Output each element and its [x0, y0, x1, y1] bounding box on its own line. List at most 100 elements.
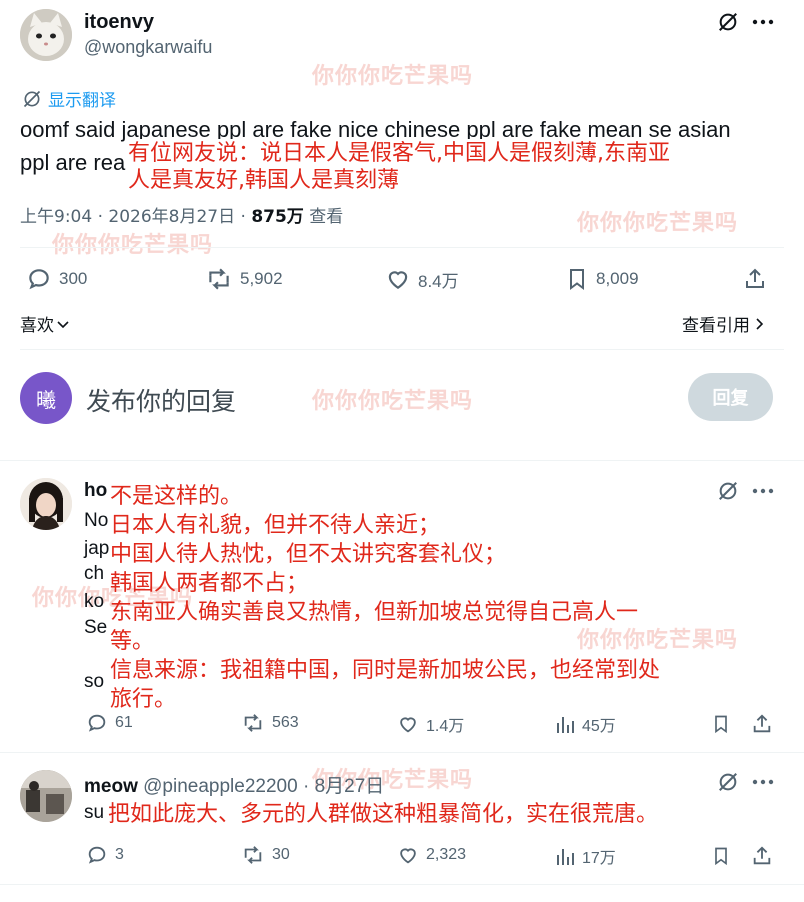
repost-icon	[244, 714, 262, 732]
grok-icon[interactable]	[716, 770, 740, 794]
avatar[interactable]	[20, 9, 72, 61]
chevron-right-icon	[756, 317, 764, 330]
composer-avatar-initial: 曦	[36, 387, 56, 412]
repost-icon	[244, 846, 262, 864]
post-time[interactable]: 上午9:04 · 2026年8月27日 ·	[20, 207, 251, 227]
watermark: 你你你吃芒果吗	[312, 64, 474, 89]
reply-translation-line: 等。	[110, 629, 155, 654]
post-timestamp: 上午9:04 · 2026年8月27日 · 875万 查看	[20, 202, 343, 227]
watermark: 你你你吃芒果吗	[312, 389, 474, 414]
bookmark-icon	[715, 715, 727, 734]
reply-button[interactable]: 3	[86, 844, 124, 866]
watermark: 你你你吃芒果吗	[577, 211, 739, 236]
reply-count: 61	[115, 714, 133, 731]
reply-text-fragment: so	[84, 671, 105, 692]
reply-translation-line: 中国人待人热忱，但不太讲究客套礼仪；	[110, 542, 507, 567]
reply-submit-label: 回复	[712, 388, 749, 409]
reply-text-fragment: su	[84, 802, 105, 823]
reply-text-fragment: ko	[84, 591, 105, 612]
reply-author-row: meow @pineapple22200 · 8月27日	[84, 771, 384, 798]
more-options-icon[interactable]	[750, 10, 776, 34]
author-name[interactable]: itoenvy	[84, 11, 154, 34]
heart-icon	[400, 848, 416, 864]
translate-icon	[23, 90, 41, 107]
repost-count: 563	[272, 714, 299, 731]
post-text-line2: ppl are rea	[20, 150, 126, 175]
reply-button[interactable]: 61	[86, 712, 133, 734]
show-translation-link[interactable]: 显示翻译	[22, 86, 116, 111]
share-button[interactable]	[750, 844, 774, 868]
like-button[interactable]: 1.4万	[397, 712, 464, 736]
reply-text-fragment: No	[84, 510, 109, 531]
repost-icon	[209, 268, 229, 290]
more-options-icon[interactable]	[750, 479, 776, 503]
like-button[interactable]: 2,323	[397, 844, 466, 866]
translation-overlay-line2: 人是真友好,韩国人是真刻薄	[128, 168, 399, 193]
translation-overlay-line1: 有位网友说：说日本人是假客气,中国人是假刻薄,东南亚	[128, 139, 672, 168]
analytics-icon	[557, 849, 574, 865]
reply-date[interactable]: · 8月27日	[298, 776, 384, 797]
analytics-icon	[557, 717, 574, 733]
chevron-down-icon	[57, 320, 69, 328]
bookmark-count: 8,009	[596, 269, 639, 288]
author-handle[interactable]: @wongkarwaifu	[84, 37, 212, 58]
reply-author-name[interactable]: meow	[84, 776, 138, 797]
reply-icon	[88, 714, 106, 732]
reply-translation-line: 不是这样的。	[110, 484, 243, 509]
share-icon	[753, 714, 771, 733]
share-button[interactable]	[750, 712, 774, 736]
composer-avatar[interactable]: 曦	[20, 372, 72, 424]
reply-icon	[88, 846, 106, 864]
reply-button[interactable]: 300	[26, 266, 87, 292]
heart-icon	[400, 717, 416, 733]
bookmark-icon	[715, 847, 727, 866]
reply-text-fragment: Se	[84, 617, 108, 638]
view-quotes-link[interactable]: 查看引用	[682, 311, 765, 336]
grok-icon[interactable]	[716, 10, 740, 34]
likes-dropdown[interactable]: 喜欢	[20, 311, 70, 336]
share-icon	[753, 846, 771, 865]
reply-avatar[interactable]	[20, 770, 72, 822]
likes-label: 喜欢	[20, 316, 54, 336]
bookmark-icon	[570, 269, 584, 290]
grok-icon[interactable]	[716, 479, 740, 503]
translate-label: 显示翻译	[48, 91, 116, 111]
bookmark-button[interactable]	[710, 844, 732, 868]
views-count: 45万	[582, 718, 616, 735]
reply-composer-input[interactable]: 发布你的回复	[86, 382, 236, 418]
reply-translation-line: 东南亚人确实善良又热情，但新加坡总觉得自己高人一	[110, 600, 639, 625]
divider	[0, 460, 804, 461]
repost-count: 5,902	[240, 269, 283, 288]
reply-avatar[interactable]	[20, 478, 72, 530]
reply-count: 3	[115, 846, 124, 863]
reply-count: 300	[59, 269, 88, 288]
more-options-icon[interactable]	[750, 770, 776, 794]
bookmark-button[interactable]	[710, 712, 732, 736]
reply-author-handle[interactable]: @pineapple22200	[143, 776, 298, 797]
like-count: 1.4万	[426, 718, 465, 735]
like-button[interactable]: 8.4万	[385, 266, 459, 292]
repost-button[interactable]: 563	[241, 712, 299, 734]
share-button[interactable]	[742, 266, 768, 292]
share-icon	[746, 268, 764, 288]
reply-translation-line: 信息来源：我祖籍中国，同时是新加坡公民，也经常到处	[110, 658, 661, 683]
bookmark-button[interactable]: 8,009	[565, 266, 639, 292]
reply-submit-button[interactable]: 回复	[688, 373, 773, 421]
heart-icon	[388, 271, 408, 289]
reply-text-fragment: ch	[84, 563, 105, 584]
reply-icon	[29, 269, 49, 290]
like-count: 2,323	[426, 846, 467, 863]
reply-author-name[interactable]: ho	[84, 480, 107, 502]
view-quotes-label: 查看引用	[682, 316, 750, 336]
repost-count: 30	[272, 846, 290, 863]
divider	[0, 884, 804, 885]
woman-avatar-icon	[20, 478, 72, 530]
repost-button[interactable]: 30	[241, 844, 290, 866]
like-count: 8.4万	[418, 271, 459, 291]
reply-translation-line: 把如此庞大、多元的人群做这种粗暴简化，实在很荒唐。	[108, 802, 659, 827]
divider	[20, 247, 784, 248]
views-button[interactable]: 45万	[555, 712, 616, 736]
views-count: 875万	[251, 207, 304, 227]
views-button[interactable]: 17万	[555, 844, 616, 868]
repost-button[interactable]: 5,902	[205, 266, 283, 292]
